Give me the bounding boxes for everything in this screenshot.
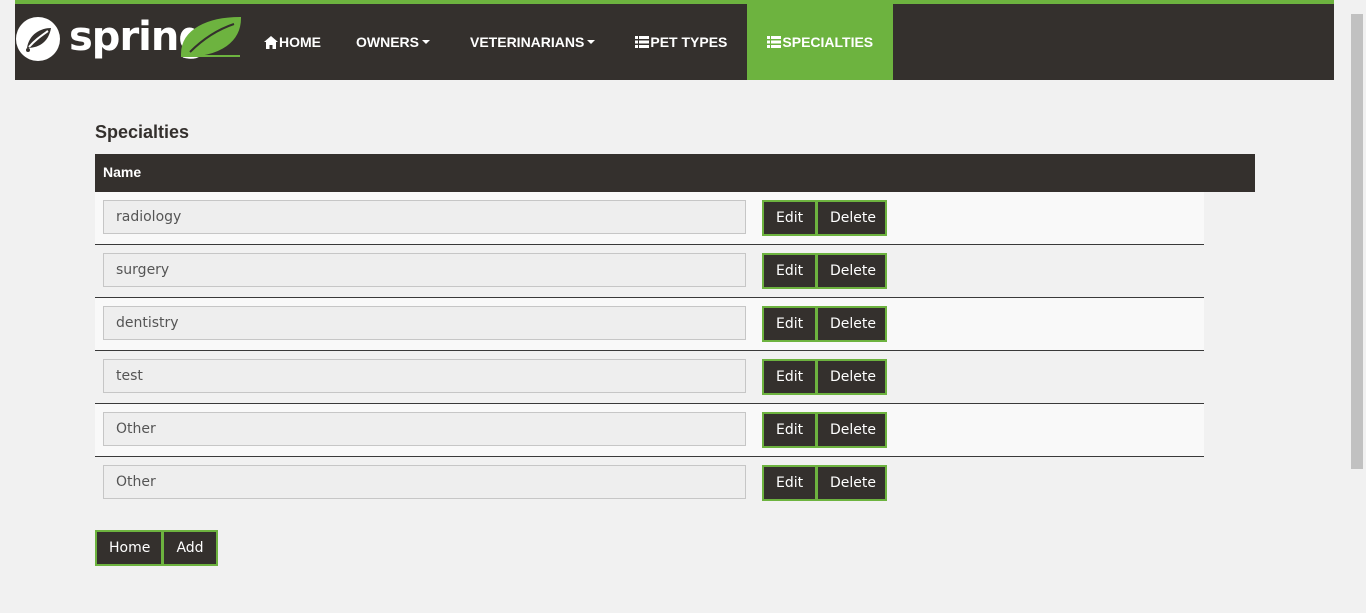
table-row: Edit Delete [95, 245, 1204, 298]
specialty-name-input[interactable] [103, 200, 746, 234]
home-icon [264, 35, 278, 49]
caret-down-icon [422, 40, 430, 44]
caret-down-icon [587, 40, 596, 44]
nav-pet-types[interactable]: Pet Types [615, 4, 747, 80]
footer-actions: Home Add [95, 530, 1255, 570]
leaf-badge-icon [181, 16, 242, 58]
specialty-name-input[interactable] [103, 306, 746, 340]
nav-owners-label: Owners [356, 34, 419, 50]
edit-button[interactable]: Edit [762, 200, 817, 236]
list-icon [767, 36, 782, 48]
list-icon [635, 36, 650, 48]
nav-home[interactable]: Home [249, 4, 336, 80]
delete-button[interactable]: Delete [816, 200, 887, 236]
specialty-name-input[interactable] [103, 412, 746, 446]
nav-owners[interactable]: Owners [336, 4, 450, 80]
delete-button[interactable]: Delete [816, 253, 887, 289]
page-title: Specialties [95, 122, 190, 142]
nav-home-label: Home [279, 34, 321, 50]
edit-button[interactable]: Edit [762, 465, 817, 501]
nav-specialties[interactable]: Specialties [747, 4, 894, 80]
navbar: spring Home Owners Veterinarians Pet Typ… [15, 0, 1334, 80]
table-row: Edit Delete [95, 404, 1204, 457]
delete-button[interactable]: Delete [816, 465, 887, 501]
nav-specialties-label: Specialties [782, 34, 874, 50]
spring-logo[interactable]: spring [15, 12, 250, 68]
add-button[interactable]: Add [162, 530, 218, 566]
table-row: Edit Delete [95, 192, 1204, 245]
nav-veterinarians[interactable]: Veterinarians [450, 4, 615, 80]
edit-button[interactable]: Edit [762, 306, 817, 342]
nav-pet-types-label: Pet Types [650, 34, 728, 50]
edit-button[interactable]: Edit [762, 253, 817, 289]
table-header: Name [95, 154, 1255, 192]
main-content: Specialties Name Edit Delete Edit Delete… [95, 120, 1255, 570]
column-header-name: Name [103, 164, 142, 180]
delete-button[interactable]: Delete [816, 412, 887, 448]
specialty-name-input[interactable] [103, 253, 746, 287]
delete-button[interactable]: Delete [816, 306, 887, 342]
table-row: Edit Delete [95, 457, 1204, 510]
main-nav: Home Owners Veterinarians Pet Types Spec… [249, 4, 894, 80]
nav-veterinarians-label: Veterinarians [470, 34, 585, 50]
delete-button[interactable]: Delete [816, 359, 887, 395]
specialty-name-input[interactable] [103, 359, 746, 393]
edit-button[interactable]: Edit [762, 359, 817, 395]
scrollbar-thumb[interactable] [1351, 14, 1363, 469]
vertical-scrollbar[interactable] [1349, 0, 1366, 613]
home-button[interactable]: Home [95, 530, 163, 566]
table-row: Edit Delete [95, 298, 1204, 351]
specialty-name-input[interactable] [103, 465, 746, 499]
spring-leaf-circle-icon [16, 17, 60, 61]
edit-button[interactable]: Edit [762, 412, 817, 448]
table-row: Edit Delete [95, 351, 1204, 404]
